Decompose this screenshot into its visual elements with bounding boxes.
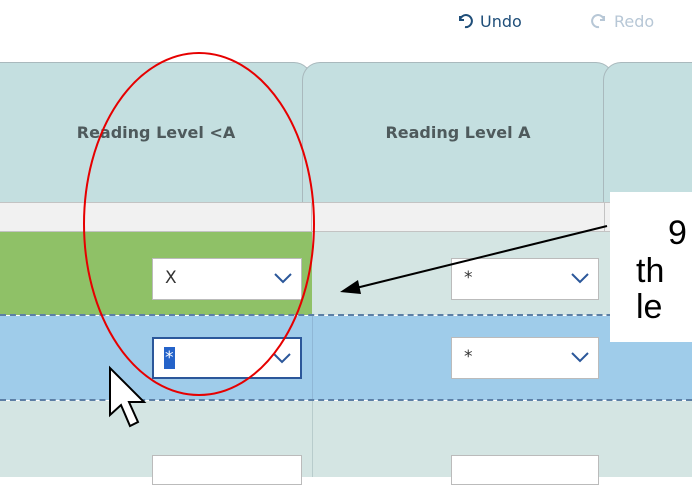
- annotation-arrow-line: [351, 225, 608, 290]
- annotation-overlay: [83, 52, 608, 428]
- mouse-cursor-icon: [109, 365, 147, 428]
- annotation-arrowhead: [340, 280, 361, 294]
- annotation-circle: [83, 52, 315, 396]
